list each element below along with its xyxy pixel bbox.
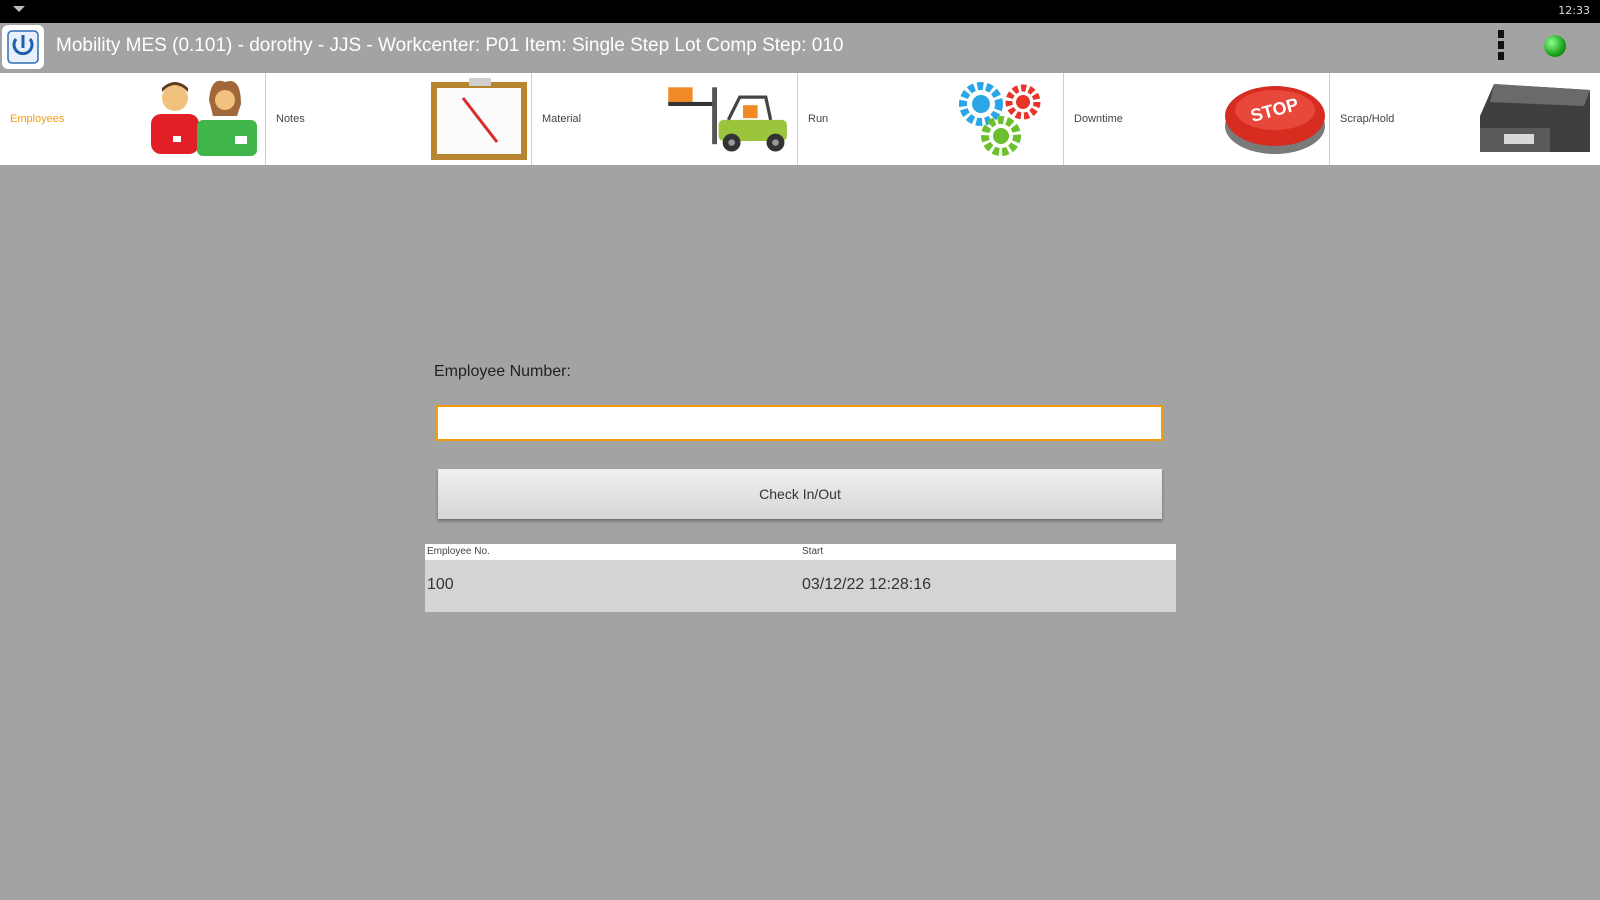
tab-label: Material	[542, 113, 582, 125]
employee-table: Employee No. Start 100 03/12/22 12:28:16	[425, 544, 1176, 612]
status-clock: 12:33	[1558, 4, 1590, 17]
employees-icon	[151, 80, 257, 156]
mobility-mes-logo-icon[interactable]	[2, 25, 44, 69]
tab-label: Employees	[10, 113, 65, 125]
forklift-icon	[668, 87, 787, 152]
notification-icon	[13, 6, 25, 12]
tab-label: Notes	[276, 113, 305, 125]
tab-downtime[interactable]: Downtime STOP	[1064, 73, 1330, 165]
header-employee-no: Employee No.	[427, 546, 490, 557]
tab-scrap-hold[interactable]: Scrap/Hold	[1330, 73, 1596, 165]
action-bar: Mobility MES (0.101) - dorothy - JJS - W…	[0, 23, 1600, 71]
gears-icon	[959, 82, 1041, 156]
tab-label: Scrap/Hold	[1340, 113, 1395, 125]
employee-number-label: Employee Number:	[434, 363, 571, 380]
tab-notes[interactable]: Notes	[266, 73, 532, 165]
reject-tray-icon	[1480, 84, 1590, 152]
system-status-bar: 12:33	[0, 0, 1600, 23]
employee-number-input[interactable]	[436, 405, 1163, 441]
tab-material[interactable]: Material	[532, 73, 798, 165]
cell-employee-no: 100	[427, 576, 454, 593]
tab-employees[interactable]: Employees	[0, 73, 266, 165]
table-header: Employee No. Start	[425, 544, 1176, 560]
check-in-out-button[interactable]: Check In/Out	[438, 469, 1162, 519]
cell-start: 03/12/22 12:28:16	[802, 576, 932, 593]
header-start: Start	[802, 546, 824, 557]
tab-label: Run	[808, 113, 829, 125]
overflow-menu-icon[interactable]	[1495, 27, 1507, 67]
module-tab-bar: Employees Notes Material Run Downtime ST…	[0, 73, 1600, 165]
tab-run[interactable]: Run	[798, 73, 1064, 165]
connection-status-icon	[1544, 35, 1566, 57]
stop-button-icon: STOP	[1225, 86, 1325, 154]
table-row[interactable]: 100 03/12/22 12:28:16	[425, 560, 1176, 612]
app-title: Mobility MES (0.101) - dorothy - JJS - W…	[56, 35, 844, 56]
clipboard-icon	[431, 78, 527, 160]
tab-label: Downtime	[1074, 113, 1123, 125]
